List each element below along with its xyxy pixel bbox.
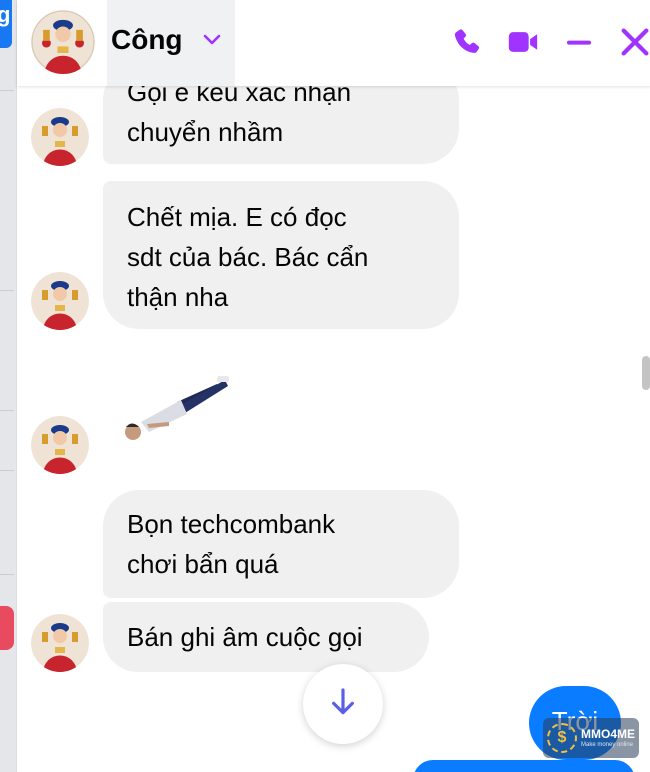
dollar-icon: $	[547, 723, 577, 753]
watermark-logo: $ MMO4ME Make money online	[543, 718, 639, 758]
minimize-icon[interactable]	[559, 22, 599, 62]
contact-avatar[interactable]	[31, 10, 95, 74]
background-divider	[0, 90, 14, 91]
person-lying-sticker[interactable]	[117, 366, 233, 444]
contact-avatar[interactable]	[31, 272, 89, 330]
background-divider	[0, 410, 14, 411]
phone-icon[interactable]	[447, 22, 487, 62]
background-divider	[0, 290, 14, 291]
message-bubble[interactable]: Bán ghi âm cuộc gọi	[103, 602, 429, 672]
background-divider	[0, 470, 14, 471]
background-notification	[0, 606, 14, 650]
scroll-to-bottom-button[interactable]	[303, 664, 383, 744]
video-camera-icon[interactable]	[503, 22, 543, 62]
message-bubble[interactable]: Bọn techcombank chơi bẩn quá	[103, 490, 459, 598]
background-divider	[0, 574, 14, 575]
message-bubble[interactable]: Chết mịa. E có đọc sdt của bác. Bác cẩn …	[103, 181, 459, 329]
chat-header: Công	[17, 0, 650, 86]
chevron-down-icon[interactable]	[200, 28, 224, 52]
contact-avatar[interactable]	[31, 614, 89, 672]
close-icon[interactable]	[615, 22, 650, 62]
background-tab[interactable]: g	[0, 0, 12, 48]
contact-avatar[interactable]	[31, 416, 89, 474]
scrollbar-thumb[interactable]	[642, 356, 650, 390]
arrow-down-icon	[327, 686, 359, 723]
contact-name[interactable]: Công	[111, 24, 183, 56]
outgoing-message-bubble[interactable]	[413, 760, 635, 772]
contact-avatar[interactable]	[31, 108, 89, 166]
chat-window: Công Gọi e kêu xác nhận chuyển nhầm Chết…	[16, 0, 650, 772]
background-page	[0, 0, 16, 772]
